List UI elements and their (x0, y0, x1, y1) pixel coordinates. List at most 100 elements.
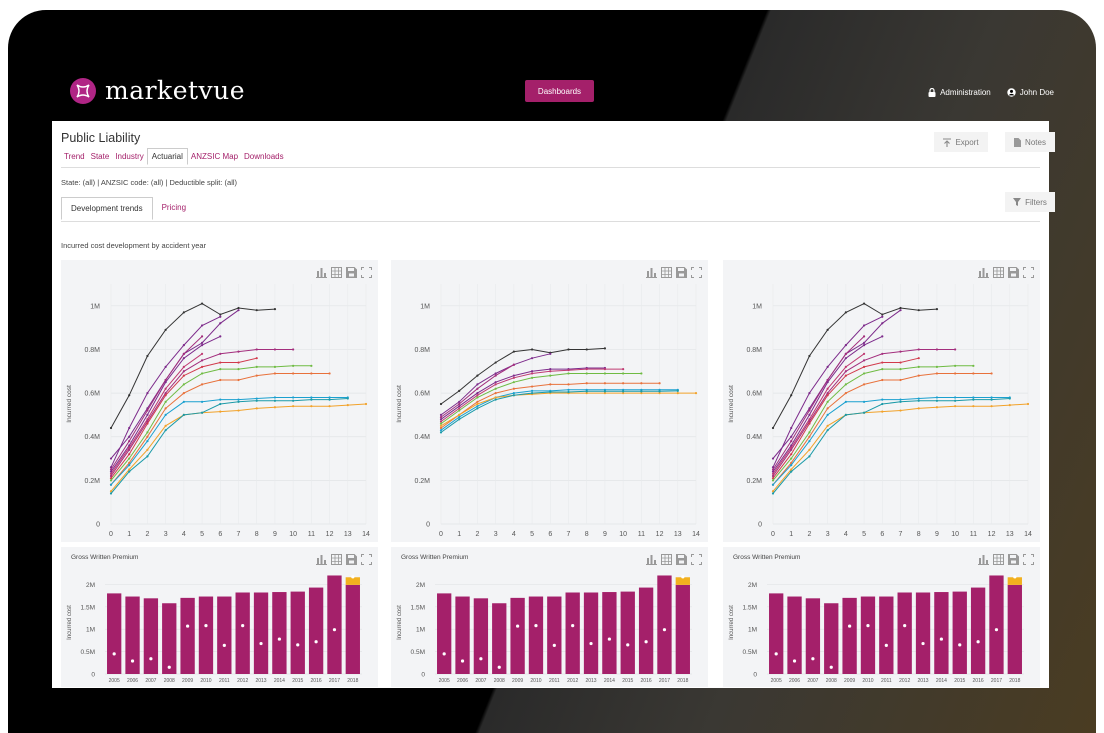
y-tick-label: 0.5M (81, 649, 95, 656)
data-point (273, 406, 277, 409)
data-point (273, 348, 277, 351)
premium-bar (879, 596, 894, 674)
premium-bar (620, 591, 635, 674)
data-point (512, 350, 515, 353)
claims-marker (351, 575, 355, 579)
tab-anzsic-map[interactable]: ANZSIC Map (188, 148, 241, 165)
data-point (640, 372, 643, 375)
data-point (146, 422, 149, 425)
data-point (972, 364, 975, 367)
data-point (219, 361, 222, 364)
y-tick-label: 0.5M (411, 649, 425, 656)
data-point (899, 409, 902, 412)
x-tick-label: 2011 (881, 678, 892, 684)
data-point (826, 407, 829, 410)
data-point (200, 372, 204, 375)
data-point (622, 372, 625, 375)
data-point (476, 405, 479, 408)
series-line (110, 365, 312, 481)
data-point (255, 348, 258, 351)
data-point (771, 479, 775, 482)
data-point (146, 439, 149, 443)
x-tick-label: 9 (603, 531, 607, 538)
claims-marker (792, 659, 797, 663)
tab-downloads[interactable]: Downloads (241, 148, 287, 165)
data-point (476, 394, 479, 397)
user-menu[interactable]: John Doe (1007, 88, 1054, 97)
tab-trend[interactable]: Trend (61, 148, 88, 165)
data-point (164, 365, 167, 369)
claims-marker (1013, 575, 1017, 579)
export-button[interactable]: Export (934, 132, 988, 152)
y-tick-label: 2M (748, 582, 757, 589)
section-title: Incurred cost development by accident ye… (61, 241, 207, 250)
data-point (862, 372, 866, 375)
premium-chart-card: Gross Written Premium 0 0.5M 1M 1.5M 2M Incurr… (391, 547, 708, 687)
administration-link[interactable]: Administration (928, 88, 991, 97)
user-icon (1007, 88, 1016, 97)
filters-button[interactable]: Filters (1005, 192, 1055, 212)
y-tick-label: 0 (426, 522, 430, 529)
data-point (954, 396, 957, 399)
x-tick-label: 2010 (862, 678, 873, 684)
premium-bar (198, 596, 214, 674)
data-point (439, 402, 443, 406)
tab-state[interactable]: State (88, 148, 113, 165)
premium-bar (638, 587, 654, 674)
data-point (182, 383, 185, 386)
x-tick-label: 7 (237, 531, 241, 538)
x-tick-label: 6 (218, 531, 222, 538)
claims-marker (460, 659, 465, 663)
x-tick-label: 12 (326, 531, 334, 538)
data-point (219, 322, 222, 325)
y-tick-label: 0.2M (746, 478, 762, 485)
claims-marker (571, 624, 575, 628)
tab-actuarial[interactable]: Actuarial (146, 148, 188, 165)
data-point (439, 418, 443, 421)
premium-bar (107, 593, 122, 674)
dashboards-button[interactable]: Dashboards (525, 80, 594, 102)
x-tick-label: 2012 (567, 678, 578, 684)
data-point (146, 354, 149, 358)
premium-chart-card: Gross Written Premium 0 0.5M 1M 1.5M 2M Incurr… (61, 547, 378, 687)
premium-bar (345, 584, 360, 674)
data-point (808, 435, 811, 438)
data-point (771, 492, 775, 495)
data-point (255, 397, 258, 400)
data-point (439, 429, 443, 432)
data-point (881, 313, 884, 316)
data-point (182, 357, 185, 360)
x-tick-label: 6 (880, 531, 884, 538)
tab-pricing[interactable]: Pricing (153, 197, 195, 220)
premium-bar (308, 587, 324, 674)
data-point (109, 479, 113, 482)
y-axis-label: Incurred cost (728, 385, 735, 423)
data-point (237, 398, 240, 401)
data-point (439, 413, 443, 417)
data-point (954, 372, 957, 375)
data-point (862, 335, 866, 338)
x-tick-label: 2007 (475, 678, 486, 684)
claims-marker (921, 641, 925, 646)
data-point (862, 352, 866, 355)
claims-marker (589, 641, 593, 646)
data-point (182, 374, 185, 377)
notes-button[interactable]: Notes (1005, 132, 1055, 152)
tab-industry[interactable]: Industry (112, 148, 146, 165)
data-point (219, 398, 222, 401)
y-tick-label: 0.6M (746, 391, 762, 398)
x-tick-label: 9 (935, 531, 939, 538)
x-tick-label: 9 (273, 531, 277, 538)
data-point (899, 309, 902, 312)
y-axis-label: Incurred cost (66, 385, 73, 423)
claims-marker (626, 643, 630, 647)
data-point (237, 309, 240, 312)
y-tick-label: 0.4M (414, 434, 430, 441)
data-point (530, 391, 534, 395)
data-point (881, 410, 884, 413)
brand-logo[interactable]: marketvue (70, 76, 245, 105)
premium-bar (143, 598, 159, 674)
x-tick-label: 2016 (311, 678, 322, 684)
x-tick-label: 2017 (991, 678, 1002, 684)
tab-development-trends[interactable]: Development trends (61, 197, 153, 220)
